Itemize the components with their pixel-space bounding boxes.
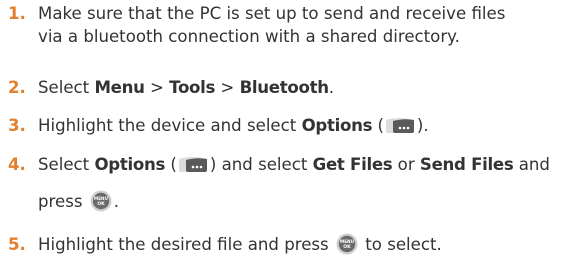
svg-text:OK: OK <box>343 244 351 250</box>
options-term: Options <box>94 155 166 174</box>
step-text: Highlight the desired file and press MEN… <box>38 233 442 256</box>
step-number: 1. <box>8 4 26 23</box>
svg-text:OK: OK <box>97 201 105 207</box>
tools-term: Tools <box>169 78 216 97</box>
paren-open: ( <box>165 155 177 174</box>
step-text: Select Menu > Tools > Bluetooth. <box>38 76 334 99</box>
step-5-text-after: to select. <box>359 235 442 254</box>
step-text: Highlight the device and select Options … <box>38 114 429 137</box>
separator: > <box>215 78 240 97</box>
step-number: 4. <box>8 155 26 174</box>
step-1-line-2: via a bluetooth connection with a shared… <box>38 27 460 46</box>
get-files-term: Get Files <box>312 155 393 174</box>
step-4-select-text: Select <box>38 155 95 174</box>
step-text: Make sure that the PC is set up to send … <box>38 2 505 48</box>
menu-ok-key-icon: MENU OK <box>90 190 112 212</box>
step-4-line-1: Select Options ( ) and select Get Files … <box>38 153 550 176</box>
press-text: press <box>38 192 88 211</box>
separator: > <box>144 78 170 97</box>
step-5-text: Highlight the desired file and press <box>38 235 334 254</box>
step-number: 2. <box>8 78 26 97</box>
paren-open: ( <box>372 116 384 135</box>
step-4-line-2: press MENU OK . <box>38 190 550 213</box>
svg-text:MENU: MENU <box>94 196 109 201</box>
step-number: 5. <box>8 235 26 254</box>
paren-close: ). <box>416 116 429 135</box>
step-2-select-text: Select <box>38 78 95 97</box>
options-softkey-icon <box>178 156 209 173</box>
paren-close-and-select: ) and select <box>209 155 313 174</box>
step-text: Select Options ( ) and select Get Files … <box>38 153 550 213</box>
step-number: 3. <box>8 116 26 135</box>
instruction-list: 1. Make sure that the PC is set up to se… <box>0 0 586 264</box>
bluetooth-term: Bluetooth <box>239 78 329 97</box>
period: . <box>113 192 120 211</box>
send-files-term: Send Files <box>419 155 514 174</box>
menu-term: Menu <box>94 78 145 97</box>
svg-text:MENU: MENU <box>340 239 355 244</box>
step-3-text: Highlight the device and select <box>38 116 302 135</box>
and-text: and <box>513 155 550 174</box>
or-text: or <box>392 155 420 174</box>
options-term: Options <box>301 116 373 135</box>
options-softkey-icon <box>385 117 416 134</box>
menu-ok-key-icon: MENU OK <box>336 233 358 255</box>
period: . <box>328 78 335 97</box>
step-1-line-1: Make sure that the PC is set up to send … <box>38 4 506 23</box>
